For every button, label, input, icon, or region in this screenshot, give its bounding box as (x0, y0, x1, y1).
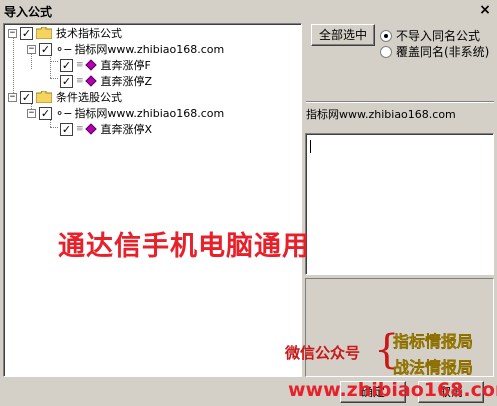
tree-item-label: 直奔涨停Z (100, 75, 153, 88)
collapse-icon[interactable]: − (8, 92, 17, 102)
key-icon: ⚬− (55, 106, 72, 120)
close-icon[interactable]: × (477, 3, 493, 19)
divider (306, 101, 494, 103)
select-all-button[interactable]: 全部选中 (311, 24, 375, 46)
checkbox[interactable]: ✓ (20, 26, 33, 40)
checkbox[interactable]: ✓ (39, 42, 52, 56)
tree-item-formula-x[interactable]: ✓ ≡ 直奔涨停X (60, 121, 152, 137)
wechat-account-1: 指标情报局 (393, 332, 474, 351)
formula-type-icon: ≡ (76, 124, 84, 134)
tree-item-label: 条件选股公式 (56, 91, 122, 104)
collapse-icon[interactable]: − (27, 44, 36, 54)
tree-item-formula-f[interactable]: ✓ ≡ 直奔涨停F (60, 57, 151, 73)
formula-gem-icon (84, 75, 97, 87)
folder-icon (35, 90, 53, 104)
formula-tree[interactable]: − ✓ 技术指标公式 − ✓ ⚬− 指标网www.zhibiao168.com … (3, 23, 302, 377)
radio-button[interactable] (380, 45, 392, 58)
checkbox[interactable]: ✓ (39, 106, 52, 120)
checkbox[interactable]: ✓ (60, 58, 73, 72)
radio-label: 不导入同名公式 (396, 29, 481, 43)
tree-item-zhibiao-site-2[interactable]: − ✓ ⚬− 指标网www.zhibiao168.com (27, 105, 224, 121)
tree-connector (50, 78, 58, 79)
wechat-account-2: 战法情报局 (393, 358, 474, 377)
radio-skip-same-name[interactable]: 不导入同名公式 (380, 27, 480, 44)
tree-item-formula-z[interactable]: ✓ ≡ 直奔涨停Z (60, 73, 152, 89)
folder-icon (35, 26, 53, 40)
key-icon: ⚬− (55, 42, 72, 56)
collapse-icon[interactable]: − (8, 28, 17, 38)
checkbox[interactable]: ✓ (60, 122, 73, 136)
watermark-url: www.zhibiao168.com (288, 379, 497, 401)
source-label: 指标网www.zhibiao168.com (306, 108, 456, 121)
window-titlebar: 导入公式 (0, 0, 497, 22)
tree-item-label: 直奔涨停X (100, 123, 153, 136)
radio-label: 覆盖同名(非系统) (396, 45, 490, 59)
formula-description-box[interactable] (305, 133, 494, 275)
watermark-banner: 通达信手机电脑通用 (58, 231, 310, 262)
checkbox[interactable]: ✓ (20, 90, 33, 104)
formula-type-icon: ≡ (76, 60, 84, 70)
formula-type-icon: ≡ (76, 76, 84, 86)
formula-gem-icon (84, 123, 97, 135)
radio-overwrite-same-name[interactable]: 覆盖同名(非系统) (380, 43, 489, 60)
radio-button[interactable] (380, 29, 392, 42)
tree-item-label: 直奔涨停F (100, 59, 151, 72)
checkbox[interactable]: ✓ (60, 74, 73, 88)
tree-item-label: 指标网www.zhibiao168.com (74, 43, 225, 56)
tree-item-screening-formulas[interactable]: − ✓ 条件选股公式 (8, 89, 122, 105)
tree-item-tech-formulas[interactable]: − ✓ 技术指标公式 (8, 25, 122, 41)
formula-gem-icon (84, 59, 97, 71)
text-caret (310, 140, 311, 153)
wechat-label: 微信公众号 (285, 344, 361, 362)
collapse-icon[interactable]: − (27, 108, 36, 118)
tree-connector (50, 127, 58, 128)
tree-item-zhibiao-site[interactable]: − ✓ ⚬− 指标网www.zhibiao168.com (27, 41, 224, 57)
tree-item-label: 技术指标公式 (56, 27, 122, 40)
window-title: 导入公式 (4, 5, 53, 19)
tree-item-label: 指标网www.zhibiao168.com (74, 107, 225, 120)
tree-connector (50, 61, 58, 62)
